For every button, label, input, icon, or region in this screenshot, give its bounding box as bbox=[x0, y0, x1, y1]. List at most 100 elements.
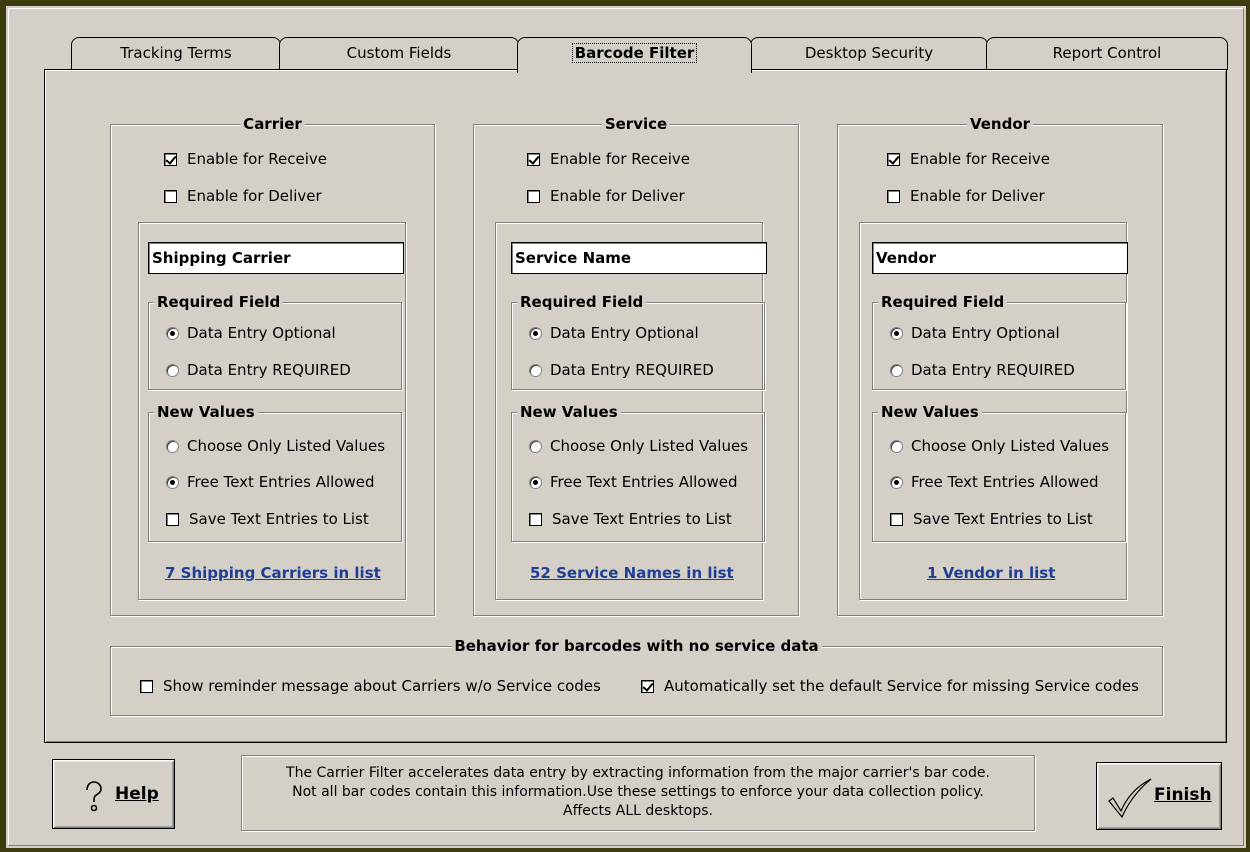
radio-label: Choose Only Listed Values bbox=[550, 437, 749, 455]
tab-label: Desktop Security bbox=[804, 44, 934, 62]
save-text-entries-checkbox[interactable]: Save Text Entries to List bbox=[166, 509, 369, 529]
radio-circle[interactable] bbox=[166, 440, 179, 453]
field-settings-group: Service Name Required Field Data Entry O… bbox=[495, 222, 767, 600]
radio-circle[interactable] bbox=[529, 440, 542, 453]
radio-circle[interactable] bbox=[890, 440, 903, 453]
new-values-group: New Values Choose Only Listed Values Fre… bbox=[148, 403, 402, 542]
field-settings-group: Vendor Required Field Data Entry Optiona… bbox=[859, 222, 1128, 600]
radio-label: Data Entry Optional bbox=[911, 324, 1060, 342]
enable-deliver-checkbox[interactable]: Enable for Deliver bbox=[164, 186, 322, 206]
show-reminder-checkbox[interactable]: Show reminder message about Carriers w/o… bbox=[140, 676, 601, 696]
checkbox-box[interactable] bbox=[166, 513, 179, 526]
radio-circle[interactable] bbox=[890, 327, 903, 340]
tab-label: Custom Fields bbox=[346, 44, 452, 62]
checkbox-label: Enable for Receive bbox=[187, 150, 327, 168]
radio-data-entry-required[interactable]: Data Entry REQUIRED bbox=[890, 360, 1075, 380]
tab-tracking-terms[interactable]: Tracking Terms bbox=[71, 37, 281, 70]
radio-free-text-allowed[interactable]: Free Text Entries Allowed bbox=[166, 472, 375, 492]
group-title: Vendor bbox=[966, 115, 1034, 133]
help-button-label: Help bbox=[115, 784, 159, 804]
field-settings-group: Shipping Carrier Required Field Data Ent… bbox=[138, 222, 406, 600]
group-title: Service bbox=[601, 115, 671, 133]
checkbox-box[interactable] bbox=[890, 513, 903, 526]
new-values-group: New Values Choose Only Listed Values Fre… bbox=[511, 403, 765, 542]
enable-receive-checkbox[interactable]: Enable for Receive bbox=[887, 149, 1050, 169]
radio-choose-only-listed[interactable]: Choose Only Listed Values bbox=[166, 436, 385, 456]
checkbox-box[interactable] bbox=[887, 153, 900, 166]
auto-default-service-checkbox[interactable]: Automatically set the default Service fo… bbox=[641, 676, 1139, 696]
tab-custom-fields[interactable]: Custom Fields bbox=[279, 37, 519, 70]
radio-free-text-allowed[interactable]: Free Text Entries Allowed bbox=[529, 472, 738, 492]
checkbox-box[interactable] bbox=[887, 190, 900, 203]
service-names-list-link[interactable]: 52 Service Names in list bbox=[530, 564, 734, 582]
group-title: New Values bbox=[878, 403, 982, 421]
radio-data-entry-optional[interactable]: Data Entry Optional bbox=[890, 323, 1060, 343]
radio-circle[interactable] bbox=[166, 327, 179, 340]
shipping-carriers-list-link[interactable]: 7 Shipping Carriers in list bbox=[165, 564, 381, 582]
radio-label: Free Text Entries Allowed bbox=[550, 473, 738, 491]
finish-button[interactable]: Finish bbox=[1096, 762, 1222, 830]
info-message: The Carrier Filter accelerates data entr… bbox=[241, 755, 1035, 831]
save-text-entries-checkbox[interactable]: Save Text Entries to List bbox=[529, 509, 732, 529]
checkbox-box[interactable] bbox=[527, 190, 540, 203]
radio-label: Choose Only Listed Values bbox=[187, 437, 386, 455]
save-text-entries-checkbox[interactable]: Save Text Entries to List bbox=[890, 509, 1093, 529]
checkbox-label: Enable for Deliver bbox=[187, 187, 322, 205]
checkbox-label: Enable for Deliver bbox=[550, 187, 685, 205]
radio-label: Choose Only Listed Values bbox=[911, 437, 1110, 455]
radio-choose-only-listed[interactable]: Choose Only Listed Values bbox=[529, 436, 748, 456]
enable-receive-checkbox[interactable]: Enable for Receive bbox=[164, 149, 327, 169]
required-field-group: Required Field Data Entry Optional Data … bbox=[511, 293, 765, 390]
checkbox-label: Enable for Deliver bbox=[910, 187, 1045, 205]
checkbox-box[interactable] bbox=[527, 153, 540, 166]
checkbox-label: Enable for Receive bbox=[910, 150, 1050, 168]
help-button[interactable]: Help bbox=[52, 759, 175, 829]
checkbox-box[interactable] bbox=[164, 190, 177, 203]
radio-circle[interactable] bbox=[166, 476, 179, 489]
checkbox-label: Save Text Entries to List bbox=[552, 510, 732, 528]
enable-receive-checkbox[interactable]: Enable for Receive bbox=[527, 149, 690, 169]
tab-report-control[interactable]: Report Control bbox=[986, 37, 1228, 70]
checkbox-box[interactable] bbox=[529, 513, 542, 526]
radio-data-entry-optional[interactable]: Data Entry Optional bbox=[166, 323, 336, 343]
radio-label: Free Text Entries Allowed bbox=[187, 473, 375, 491]
carrier-group: Carrier Enable for Receive Enable for De… bbox=[110, 115, 435, 616]
enable-deliver-checkbox[interactable]: Enable for Deliver bbox=[527, 186, 685, 206]
field-name-input[interactable]: Shipping Carrier bbox=[148, 242, 404, 274]
group-title: New Values bbox=[517, 403, 621, 421]
radio-circle[interactable] bbox=[529, 327, 542, 340]
radio-circle[interactable] bbox=[890, 476, 903, 489]
tab-label: Report Control bbox=[1052, 44, 1162, 62]
vendors-list-link[interactable]: 1 Vendor in list bbox=[927, 564, 1055, 582]
radio-label: Free Text Entries Allowed bbox=[911, 473, 1099, 491]
field-name-input[interactable]: Vendor bbox=[872, 242, 1128, 274]
checkbox-label: Enable for Receive bbox=[550, 150, 690, 168]
radio-circle[interactable] bbox=[529, 476, 542, 489]
radio-label: Data Entry Optional bbox=[550, 324, 699, 342]
behavior-group: Behavior for barcodes with no service da… bbox=[110, 637, 1163, 716]
group-title: Carrier bbox=[240, 115, 305, 133]
checkbox-label: Save Text Entries to List bbox=[913, 510, 1093, 528]
radio-label: Data Entry Optional bbox=[187, 324, 336, 342]
checkbox-box[interactable] bbox=[641, 680, 654, 693]
checkbox-box[interactable] bbox=[164, 153, 177, 166]
vendor-group: Vendor Enable for Receive Enable for Del… bbox=[837, 115, 1163, 616]
barcode-filter-panel: Carrier Enable for Receive Enable for De… bbox=[44, 69, 1227, 743]
radio-data-entry-required[interactable]: Data Entry REQUIRED bbox=[166, 360, 351, 380]
radio-circle[interactable] bbox=[166, 364, 179, 377]
enable-deliver-checkbox[interactable]: Enable for Deliver bbox=[887, 186, 1045, 206]
radio-circle[interactable] bbox=[890, 364, 903, 377]
group-title: New Values bbox=[154, 403, 258, 421]
checkbox-box[interactable] bbox=[140, 680, 153, 693]
field-name-input[interactable]: Service Name bbox=[511, 242, 767, 274]
radio-data-entry-required[interactable]: Data Entry REQUIRED bbox=[529, 360, 714, 380]
radio-free-text-allowed[interactable]: Free Text Entries Allowed bbox=[890, 472, 1099, 492]
radio-data-entry-optional[interactable]: Data Entry Optional bbox=[529, 323, 699, 343]
info-line: Affects ALL desktops. bbox=[563, 803, 713, 819]
tab-desktop-security[interactable]: Desktop Security bbox=[750, 37, 988, 70]
tab-barcode-filter[interactable]: Barcode Filter bbox=[517, 37, 752, 73]
checkbox-label: Show reminder message about Carriers w/o… bbox=[163, 677, 601, 695]
radio-circle[interactable] bbox=[529, 364, 542, 377]
radio-choose-only-listed[interactable]: Choose Only Listed Values bbox=[890, 436, 1109, 456]
checkbox-label: Automatically set the default Service fo… bbox=[664, 677, 1139, 695]
